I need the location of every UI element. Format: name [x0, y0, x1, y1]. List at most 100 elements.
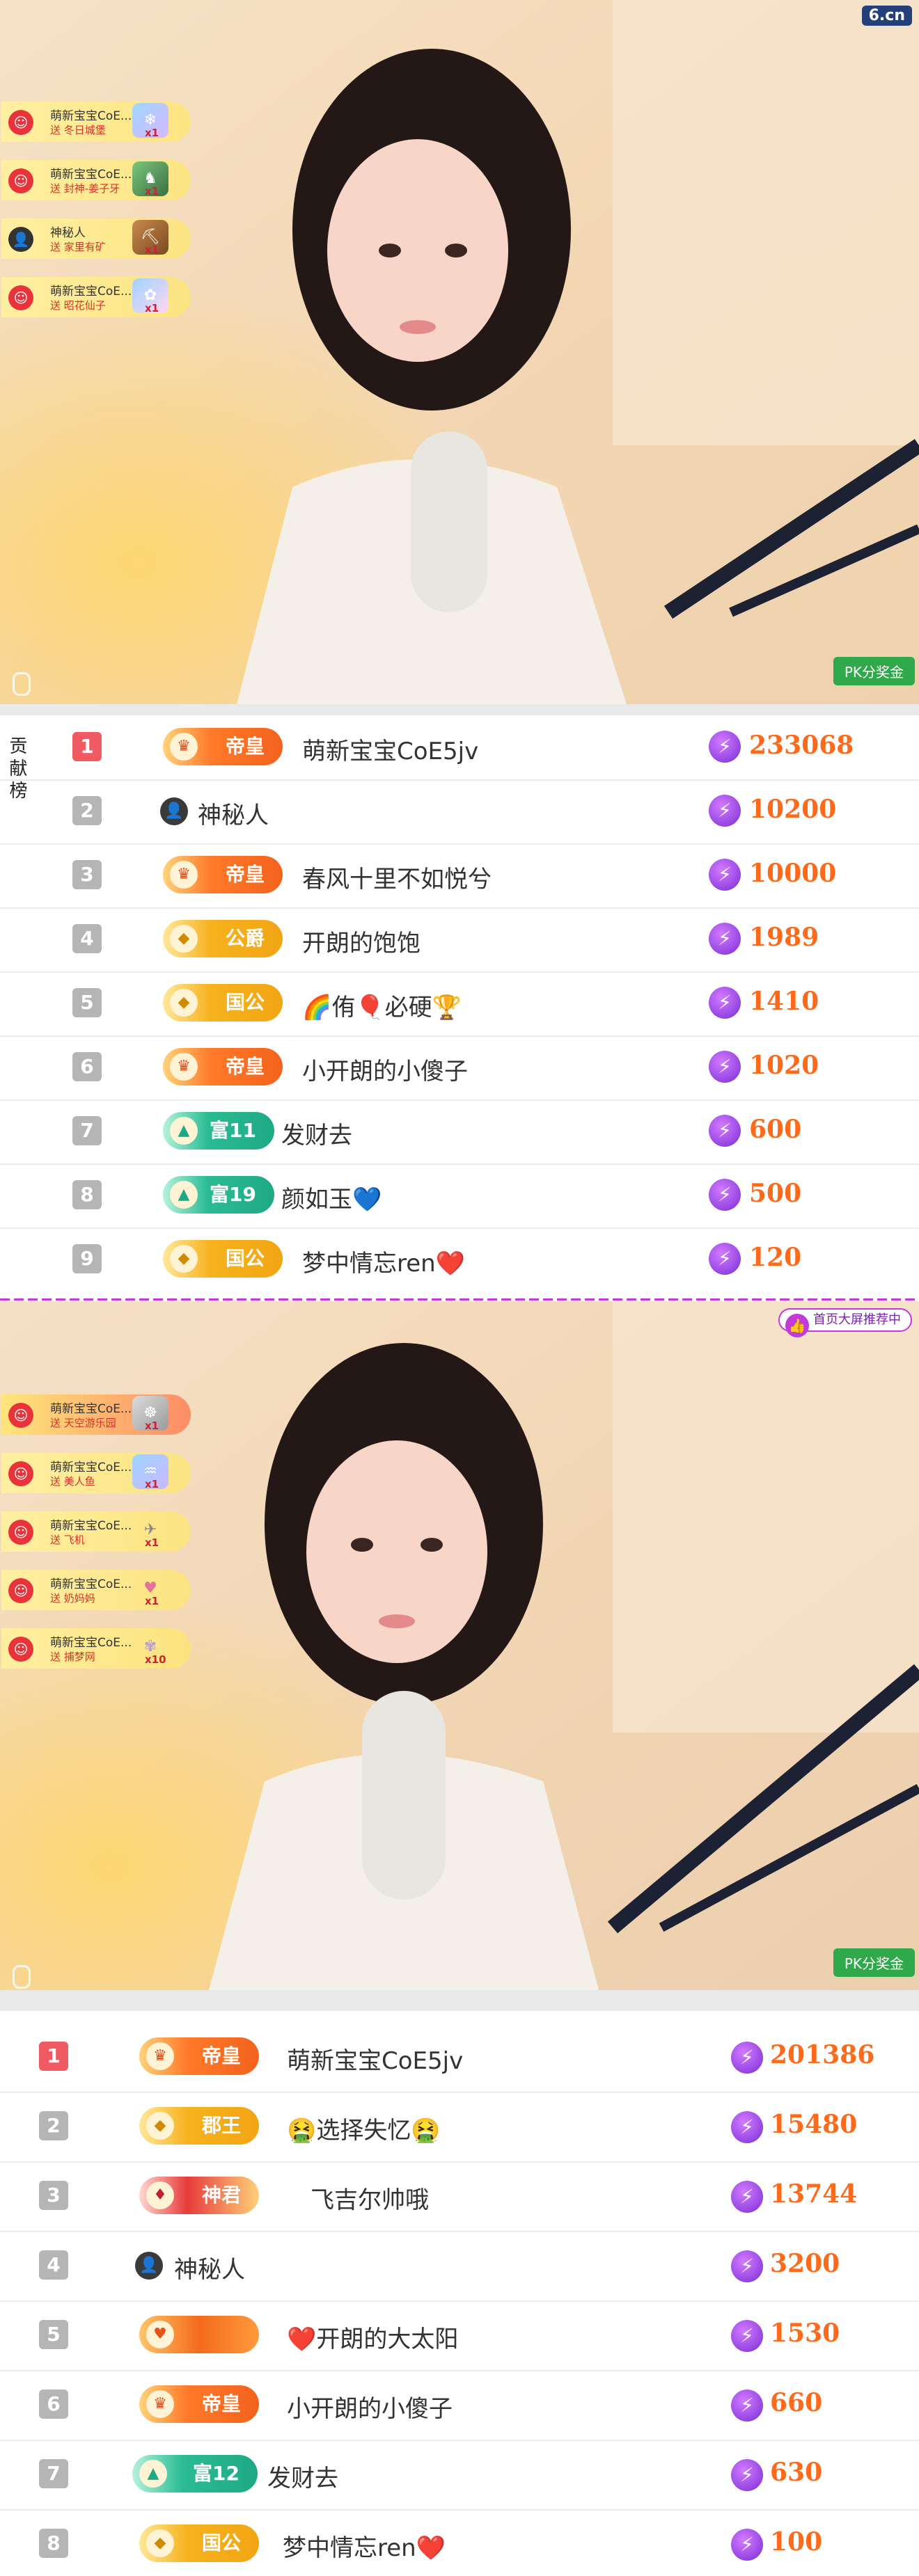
- table-row[interactable]: 7 ▲ 富11 发财去 ⚡ 600: [0, 1099, 919, 1165]
- rank-number: 6: [72, 1052, 102, 1081]
- level-badge: ♦ 神君: [139, 2177, 259, 2214]
- gift-text: 送 美人鱼: [50, 1475, 95, 1488]
- dashed-divider: [0, 1298, 919, 1301]
- triangle-icon: ▲: [139, 2460, 167, 2488]
- mic-icon[interactable]: [13, 1965, 31, 1989]
- contribution-amount: 15480: [770, 2110, 858, 2139]
- homepage-promo-badge[interactable]: 👍 首页大屏推荐中: [778, 1308, 912, 1337]
- crown-icon: ♛: [170, 1053, 198, 1081]
- pk-prize-button[interactable]: PK分奖金: [833, 657, 915, 685]
- rank-number: 5: [72, 988, 102, 1017]
- gift-notice: ☺ 萌新宝宝CoE... 送 天空游乐园 ☸ x1: [1, 1394, 191, 1435]
- table-row[interactable]: 7 ▲ 富12 发财去 ⚡ 630: [0, 2440, 919, 2511]
- user-avatar-icon: ☺: [8, 168, 33, 193]
- table-row[interactable]: 3 ♛ 帝皇 春风十里不如悦兮 ⚡ 10000: [0, 843, 919, 909]
- pk-prize-button[interactable]: PK分奖金: [833, 1948, 915, 1977]
- rank-number: 4: [39, 2250, 68, 2280]
- rank-number: 7: [72, 1116, 102, 1145]
- rank-number: 2: [72, 796, 102, 825]
- gift-qty: x1: [145, 1478, 159, 1490]
- rank-number: 7: [39, 2459, 68, 2488]
- gift-qty: x1: [145, 1536, 159, 1549]
- crown-icon: ♛: [170, 861, 198, 889]
- level-badge: ♛ 帝皇: [139, 2037, 259, 2075]
- live-video-2[interactable]: 👍 首页大屏推荐中 ☺ 萌新宝宝CoE... 送 天空游乐园 ☸ x1 ☺ 萌新…: [0, 1301, 919, 1990]
- live-video-1[interactable]: 6.cn ☺ 萌新宝宝CoE... 送 冬日城堡 ❄ x1 ☺ 萌新宝宝CoE.…: [0, 0, 919, 704]
- user-name: 神秘人: [198, 802, 269, 829]
- gift-sender: 萌新宝宝CoE...: [50, 1577, 132, 1591]
- bolt-icon: ⚡: [709, 1243, 741, 1275]
- rank-number: 5: [39, 2320, 68, 2349]
- contribution-amount: 100: [770, 2527, 823, 2557]
- user-avatar-icon: ☺: [8, 1461, 33, 1486]
- bolt-icon: ⚡: [709, 987, 741, 1019]
- user-name: 小开朗的小傻子: [302, 1058, 468, 1086]
- bolt-icon: ⚡: [731, 2529, 763, 2561]
- rank-number: 1: [39, 2042, 68, 2071]
- gift-notice: 👤 神秘人 送 家里有矿 ⛏ x1: [1, 218, 191, 259]
- gift-text: 送 昭花仙子: [50, 299, 106, 312]
- bolt-icon: ⚡: [731, 2250, 763, 2282]
- mystery-user-icon: 👤: [135, 2252, 163, 2280]
- contribution-amount: 3200: [770, 2249, 840, 2278]
- level-badge: ♛ 帝皇: [163, 856, 283, 893]
- user-name: 发财去: [281, 1122, 352, 1150]
- triangle-icon: ▲: [170, 1181, 198, 1209]
- gift-sender: 萌新宝宝CoE...: [50, 285, 132, 299]
- table-row[interactable]: 2 ◆ 郡王 🤮选择失忆🤮 ⚡ 15480: [0, 2092, 919, 2163]
- level-badge: ◆ 国公: [163, 1240, 283, 1278]
- crown-icon: ♛: [170, 733, 198, 761]
- gift-notice: ☺ 萌新宝宝CoE... 送 昭花仙子 ✿ x1: [1, 277, 191, 317]
- table-row[interactable]: 3 ♦ 神君 飞吉尔帅哦 ⚡ 13744: [0, 2161, 919, 2232]
- user-name: ❤️开朗的大太阳: [287, 2325, 459, 2353]
- level-badge: ♛ 帝皇: [139, 2385, 259, 2423]
- user-avatar-icon: ☺: [8, 1520, 33, 1545]
- rank-number: 9: [72, 1244, 102, 1273]
- table-row[interactable]: 8 ▲ 富19 颜如玉💙 ⚡ 500: [0, 1163, 919, 1229]
- user-name: 萌新宝宝CoE5jv: [287, 2047, 464, 2075]
- user-avatar-icon: ☺: [8, 1578, 33, 1603]
- level-badge: ◆ 国公: [139, 2525, 259, 2562]
- promo-text: 首页大屏推荐中: [813, 1312, 901, 1327]
- bolt-icon: ⚡: [709, 923, 741, 955]
- level-badge: ◆ 公爵: [163, 920, 283, 957]
- table-row[interactable]: 4 👤 神秘人 ⚡ 3200: [0, 2231, 919, 2302]
- rank-number: 3: [39, 2181, 68, 2210]
- table-row[interactable]: 9 ◆ 国公 梦中情忘ren❤️ ⚡ 120: [0, 1227, 919, 1291]
- table-row[interactable]: 2 👤 神秘人 ⚡ 10200: [0, 779, 919, 845]
- table-row[interactable]: 5 ♥ ❤️开朗的大太阳 ⚡ 1530: [0, 2300, 919, 2371]
- medal-icon: ◆: [170, 925, 198, 953]
- table-row[interactable]: 1 ♛ 帝皇 萌新宝宝CoE5jv ⚡ 201386: [0, 2022, 919, 2093]
- user-name: 开朗的饱饱: [302, 930, 421, 957]
- medal-icon: ◆: [170, 1245, 198, 1273]
- table-row[interactable]: 4 ◆ 公爵 开朗的饱饱 ⚡ 1989: [0, 907, 919, 973]
- level-badge: ♥: [139, 2316, 259, 2353]
- rank-number: 8: [72, 1180, 102, 1209]
- mic-icon[interactable]: [13, 672, 31, 696]
- bolt-icon: ⚡: [709, 859, 741, 891]
- contribution-amount: 1989: [749, 923, 819, 952]
- contribution-amount: 630: [770, 2458, 823, 2487]
- site-logo[interactable]: 6.cn: [861, 6, 912, 26]
- heart-badge-icon: ♥: [146, 2321, 174, 2348]
- rank-number: 8: [39, 2529, 68, 2558]
- user-name: 神秘人: [174, 2256, 245, 2284]
- contribution-amount: 660: [770, 2388, 823, 2417]
- table-row[interactable]: 8 ◆ 国公 梦中情忘ren❤️ ⚡ 100: [0, 2509, 919, 2576]
- bolt-icon: ⚡: [709, 731, 741, 763]
- table-row[interactable]: 6 ♛ 帝皇 小开朗的小傻子 ⚡ 660: [0, 2370, 919, 2441]
- bolt-icon: ⚡: [709, 1115, 741, 1147]
- gift-qty: x1: [145, 1595, 159, 1607]
- table-row[interactable]: 5 ◆ 国公 🌈侑🎈必硬🏆 ⚡ 1410: [0, 971, 919, 1037]
- triangle-icon: ▲: [170, 1117, 198, 1145]
- gift-text: 送 冬日城堡: [50, 124, 106, 136]
- user-name: 颜如玉💙: [281, 1186, 382, 1214]
- contribution-board-1: 贡献榜 1 ♛ 帝皇 萌新宝宝CoE5jv ⚡ 233068 2 👤 神秘人 ⚡ …: [0, 715, 919, 1300]
- gift-text: 送 捕梦网: [50, 1651, 95, 1663]
- rank-number: 4: [72, 924, 102, 953]
- gift-qty: x1: [145, 244, 159, 256]
- table-row[interactable]: 1 ♛ 帝皇 萌新宝宝CoE5jv ⚡ 233068: [0, 715, 919, 781]
- table-row[interactable]: 6 ♛ 帝皇 小开朗的小傻子 ⚡ 1020: [0, 1035, 919, 1101]
- contribution-board-2: 1 ♛ 帝皇 萌新宝宝CoE5jv ⚡ 201386 2 ◆ 郡王 🤮选择失忆🤮 ⚡…: [0, 2022, 919, 2576]
- rank-number: 3: [72, 860, 102, 889]
